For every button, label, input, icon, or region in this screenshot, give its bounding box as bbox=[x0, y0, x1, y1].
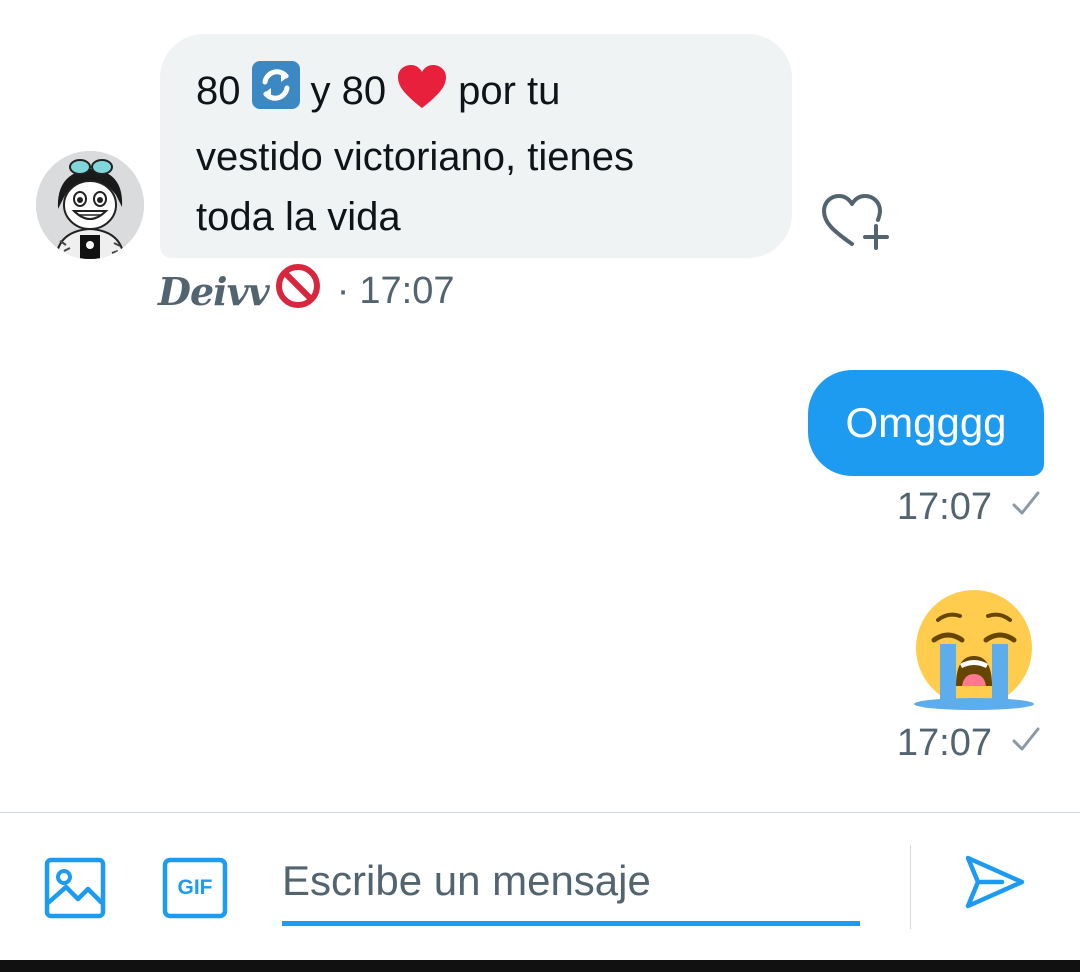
sent-check-icon bbox=[1010, 486, 1042, 529]
incoming-message-meta: Deivv · 17:07 bbox=[158, 263, 455, 319]
heart-plus-icon bbox=[822, 194, 889, 250]
gif-label: GIF bbox=[177, 876, 213, 899]
red-heart-emoji bbox=[396, 64, 448, 127]
outgoing-message-meta: 17:07 bbox=[897, 718, 1042, 768]
message-text: 80 bbox=[196, 69, 241, 113]
message-input[interactable] bbox=[282, 841, 860, 926]
message-timestamp: 17:07 bbox=[896, 721, 992, 764]
sender-avatar[interactable] bbox=[36, 151, 144, 259]
message-line: vestido victoriano, tienes bbox=[196, 135, 635, 179]
add-reaction-button[interactable] bbox=[818, 190, 892, 252]
outgoing-message-bubble[interactable]: Omgggg bbox=[808, 370, 1044, 476]
message-text: y 80 bbox=[310, 69, 387, 113]
composer-divider bbox=[910, 845, 911, 929]
message-composer: GIF bbox=[0, 812, 1080, 961]
sender-name[interactable]: Deivv bbox=[158, 269, 270, 314]
message-line: toda la vida bbox=[196, 195, 401, 239]
system-navigation-bar bbox=[0, 960, 1080, 972]
message-timestamp: 17:07 bbox=[896, 485, 992, 528]
incoming-message-bubble[interactable]: 80 y 80 por tu vestido victoriano, tiene… bbox=[160, 34, 792, 258]
loudly-crying-face-emoji[interactable] bbox=[912, 590, 1036, 714]
repeat-button-emoji bbox=[251, 60, 301, 127]
send-icon bbox=[965, 855, 1025, 909]
message-timestamp: 17:07 bbox=[359, 269, 455, 312]
prohibited-emoji bbox=[275, 263, 321, 319]
message-line: 80 y 80 por tu bbox=[196, 60, 756, 127]
sent-check-icon bbox=[1010, 722, 1042, 765]
message-text: por tu bbox=[458, 69, 561, 113]
outgoing-message-meta: 17:07 bbox=[897, 482, 1042, 532]
add-gif-button[interactable]: GIF bbox=[162, 857, 228, 919]
conversation-thread: 80 y 80 por tu vestido victoriano, tiene… bbox=[0, 0, 1080, 812]
add-media-button[interactable] bbox=[44, 857, 106, 919]
meta-separator: · bbox=[336, 269, 350, 312]
image-icon bbox=[44, 857, 106, 919]
send-button[interactable] bbox=[962, 852, 1028, 912]
